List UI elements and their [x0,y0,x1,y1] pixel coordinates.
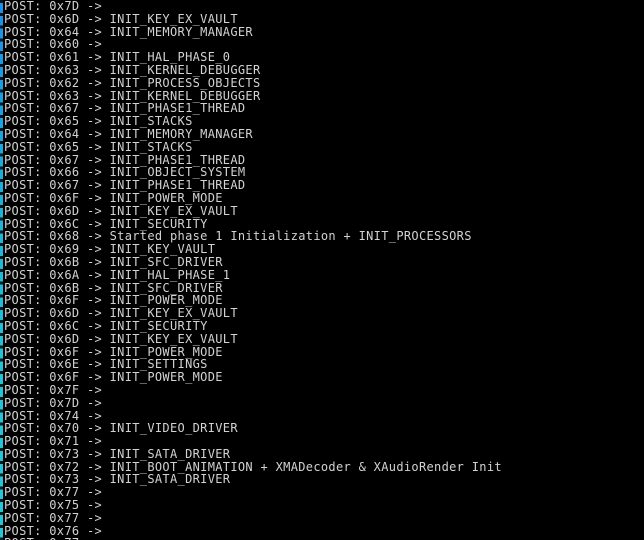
log-line: POST: 0x73 -> INIT_SATA_DRIVER [4,446,231,461]
log-output: POST: 0x7D -> POST: 0x6D -> INIT_KEY_EX_V… [4,0,644,540]
log-line: POST: 0x7F -> [4,382,103,397]
log-line: POST: 0x77 -> [4,510,103,525]
log-line: POST: 0x64 -> INIT_MEMORY_MANAGER [4,126,253,141]
log-line: POST: 0x63 -> INIT_KERNEL_DEBUGGER [4,62,261,77]
log-line: POST: 0x65 -> INIT_STACKS [4,139,193,154]
log-line: POST: 0x7D -> [4,0,103,13]
log-line: POST: 0x7D -> [4,395,103,410]
log-line: POST: 0x6F -> INIT_POWER_MODE [4,370,223,385]
log-line: POST: 0x6C -> INIT_SECURITY [4,318,208,333]
log-line: POST: 0x6A -> INIT_HAL_PHASE_1 [4,267,231,282]
log-line: POST: 0x6B -> INIT_SFC_DRIVER [4,254,223,269]
log-line: POST: 0x6D -> INIT_KEY_EX_VAULT [4,11,238,26]
log-line: POST: 0x62 -> INIT_PROCESS_OBJECTS [4,75,261,90]
log-line: POST: 0x6D -> INIT_KEY_EX_VAULT [4,306,238,321]
post-console: POST: 0x7D -> POST: 0x6D -> INIT_KEY_EX_V… [0,0,644,540]
log-line: POST: 0x71 -> [4,434,103,449]
log-line: POST: 0x6D -> INIT_KEY_EX_VAULT [4,331,238,346]
log-line: POST: 0x6F -> INIT_POWER_MODE [4,190,223,205]
log-line: POST: 0x75 -> [4,498,103,513]
left-edge-indicator-ticks [0,0,3,540]
log-line: POST: 0x6D -> INIT_KEY_EX_VAULT [4,203,238,218]
